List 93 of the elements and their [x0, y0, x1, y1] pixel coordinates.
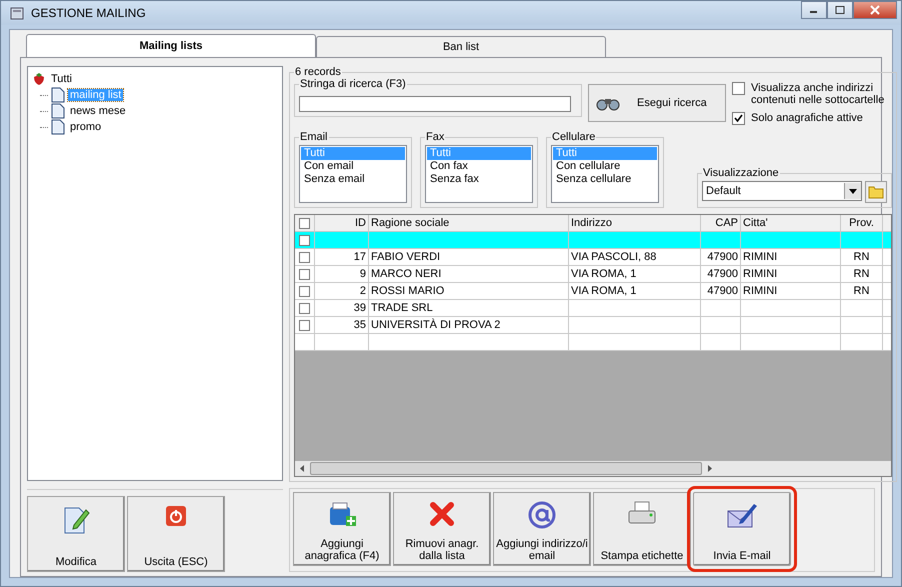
table-cell: RN	[854, 268, 870, 280]
list-item[interactable]: Con fax	[427, 160, 531, 173]
add-folder-icon	[327, 501, 357, 529]
window-title: GESTIONE MAILING	[31, 6, 146, 20]
table-cell: 2	[360, 285, 366, 297]
column-header[interactable]: CAP	[701, 215, 741, 231]
table-cell: ROSSI MARIO	[371, 285, 444, 297]
tree-item[interactable]: Tutti	[49, 73, 74, 85]
envelope-pen-icon	[726, 501, 758, 529]
document-icon	[51, 103, 65, 119]
close-button[interactable]	[853, 1, 897, 19]
cross-icon	[429, 501, 455, 527]
view-label: Visualizzazione	[702, 167, 780, 179]
table-cell: RN	[854, 285, 870, 297]
records-count: 6 records	[294, 66, 342, 78]
column-header[interactable]: Indirizzo	[569, 215, 701, 231]
view-dropdown[interactable]: Default	[702, 181, 862, 201]
list-item[interactable]: Senza email	[301, 173, 405, 186]
list-item[interactable]: Con cellulare	[553, 160, 657, 173]
search-label: Stringa di ricerca (F3)	[299, 78, 407, 90]
toolbar-button[interactable]: Aggiungi anagrafica (F4)	[293, 492, 391, 566]
caret-icon	[849, 188, 857, 194]
toolbar-button[interactable]: Modifica	[27, 496, 125, 572]
search-field[interactable]	[299, 96, 571, 112]
power-icon	[165, 505, 187, 527]
table-row[interactable]: 17 FABIO VERDI VIA PASCOLI, 88 47900 RIMINI RN	[295, 249, 891, 266]
close-icon	[870, 5, 880, 15]
list-item[interactable]: Senza fax	[427, 173, 531, 186]
table-cell: 9	[360, 268, 366, 280]
table-cell: 39	[354, 302, 366, 314]
document-icon	[51, 87, 65, 103]
column-header[interactable]: Citta'	[741, 215, 841, 231]
toolbar-button[interactable]: Aggiungi indirizzo/i email	[493, 492, 591, 566]
table-cell: 35	[354, 319, 366, 331]
table-cell: TRADE SRL	[371, 302, 433, 314]
maximize-icon	[835, 6, 845, 14]
table-row[interactable]: 35 UNIVERSITÀ DI PROVA 2	[295, 317, 891, 334]
table-cell: UNIVERSITÀ DI PROVA 2	[371, 319, 500, 331]
table-cell: RIMINI	[743, 285, 778, 297]
table-cell: 47900	[707, 285, 738, 297]
filter-title: Fax	[425, 131, 446, 143]
list-item[interactable]: Con email	[301, 160, 405, 173]
toolbar-button[interactable]: Stampa etichette	[593, 492, 691, 566]
table-cell: 47900	[707, 251, 738, 263]
table-cell: 17	[354, 251, 366, 263]
checkbox-label: Visualizza anche indirizzi contenuti nelle sottocartelle	[751, 82, 886, 106]
list-item[interactable]: Senza cellulare	[553, 173, 657, 186]
tree-item[interactable]: news mese	[68, 105, 128, 117]
tab[interactable]: Mailing lists	[26, 34, 316, 57]
scroll-right-icon	[707, 465, 712, 472]
filter-title: Email	[299, 131, 329, 143]
column-header[interactable]: Prov.	[841, 215, 883, 231]
table-row[interactable]: 9 MARCO NERI VIA ROMA, 1 47900 RIMINI RN	[295, 266, 891, 283]
column-header[interactable]: Ragione sociale	[369, 215, 569, 231]
checkbox-label: Solo anagrafiche attive	[751, 112, 863, 124]
row-checkbox[interactable]	[299, 320, 310, 330]
minimize-button[interactable]	[801, 1, 827, 19]
table-cell: RIMINI	[743, 268, 778, 280]
table-cell: RIMINI	[743, 251, 778, 263]
table-row[interactable]: 2 ROSSI MARIO VIA ROMA, 1 47900 RIMINI RN	[295, 283, 891, 300]
row-checkbox[interactable]	[299, 302, 310, 314]
row-checkbox[interactable]	[299, 286, 310, 296]
folder-icon	[868, 185, 884, 199]
table-cell: MARCO NERI	[371, 268, 442, 280]
table-cell: 47900	[707, 268, 738, 280]
tab[interactable]: Ban list	[316, 36, 606, 57]
tree-item[interactable]: promo	[68, 121, 104, 133]
checkbox[interactable]	[732, 112, 745, 125]
strawberry-icon	[32, 72, 46, 86]
table-cell: VIA ROMA, 1	[571, 285, 636, 297]
search-button[interactable]: Esegui ricerca	[588, 84, 726, 122]
at-sign-icon	[528, 501, 556, 529]
row-checkbox[interactable]	[299, 252, 310, 262]
table-cell: RN	[854, 251, 870, 263]
row-checkbox[interactable]	[299, 234, 310, 246]
table-cell: FABIO VERDI	[371, 251, 440, 263]
checkbox[interactable]	[732, 82, 745, 95]
edit-document-icon	[62, 505, 90, 535]
scroll-left-icon	[300, 465, 305, 472]
document-icon	[51, 119, 65, 135]
toolbar-button[interactable]: Uscita (ESC)	[127, 496, 225, 572]
toolbar-button[interactable]: Rimuovi anagr. dalla lista	[393, 492, 491, 566]
column-header[interactable]: ID	[315, 215, 369, 231]
row-checkbox[interactable]	[299, 268, 310, 280]
table-row[interactable]: 39 TRADE SRL	[295, 300, 891, 317]
app-icon	[9, 5, 25, 21]
maximize-button[interactable]	[827, 1, 853, 19]
header-checkbox[interactable]	[299, 218, 310, 228]
table-cell: VIA PASCOLI, 88	[571, 251, 656, 263]
horizontal-scrollbar[interactable]	[295, 461, 891, 476]
folder-button[interactable]	[865, 181, 887, 203]
table-cell: VIA ROMA, 1	[571, 268, 636, 280]
filter-title: Cellulare	[551, 131, 596, 143]
